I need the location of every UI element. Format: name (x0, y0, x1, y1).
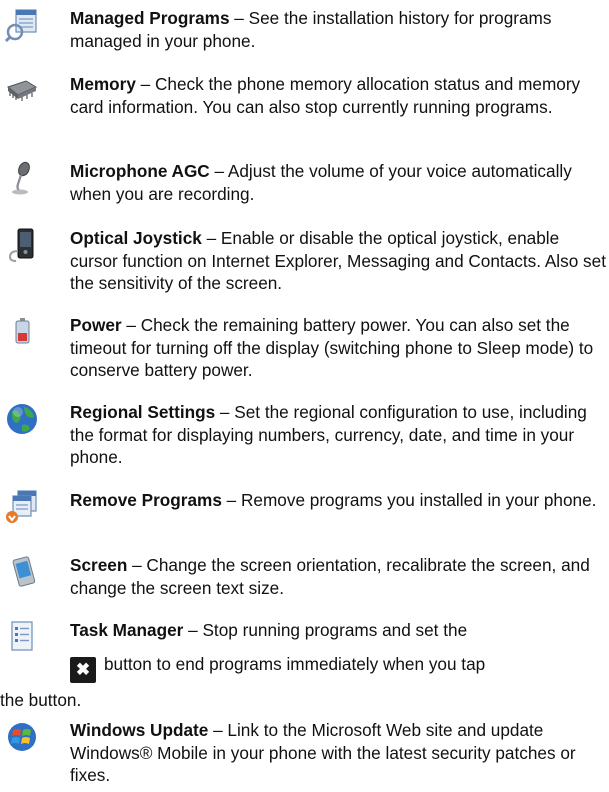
entry-description: – Stop running programs and set the (183, 620, 468, 640)
entry-text: Power – Check the remaining battery powe… (70, 314, 606, 382)
entry-text: Regional Settings – Set the regional con… (70, 401, 606, 469)
remove-programs-icon (4, 489, 40, 525)
close-button-icon: ✖ (70, 657, 96, 683)
task-manager-icon (4, 619, 40, 655)
entry-text: Windows Update – Link to the Microsoft W… (70, 719, 606, 787)
entry-term: Microphone AGC (70, 161, 210, 181)
entry-text: Managed Programs – See the installation … (70, 7, 606, 52)
battery-icon (4, 314, 40, 350)
entry-text: Memory – Check the phone memory allocati… (70, 73, 606, 118)
entry-text: Microphone AGC – Adjust the volume of yo… (70, 160, 606, 205)
entry-term: Optical Joystick (70, 228, 202, 248)
entry-term: Memory (70, 74, 136, 94)
task-manager-line-2: ✖ button to end programs immediately when… (70, 653, 485, 683)
entry-description: – Remove programs you installed in your … (221, 490, 597, 510)
entry-description: the button. (0, 690, 82, 710)
screen-icon (4, 554, 40, 590)
managed-programs-icon (4, 7, 40, 43)
entry-term: Screen (70, 555, 128, 575)
entry-text: Task Manager – Stop running programs and… (0, 619, 606, 719)
entry-description: button to end programs immediately when … (104, 654, 486, 674)
entry-text: Screen – Change the screen orientation, … (70, 554, 606, 599)
globe-icon (4, 401, 40, 437)
entry-term: Regional Settings (70, 402, 216, 422)
entry-term: Power (70, 315, 122, 335)
phone-joystick-icon (4, 227, 40, 263)
entry-term: Windows Update (70, 720, 209, 740)
task-manager-line-1: Task Manager – Stop running programs and… (70, 619, 467, 642)
windows-update-icon (4, 719, 40, 755)
memory-chip-icon (4, 73, 40, 109)
entry-description: – Check the remaining battery power. You… (70, 315, 594, 380)
entry-description: – Check the phone memory allocation stat… (70, 74, 581, 117)
entry-description: – Change the screen orientation, recalib… (70, 555, 590, 598)
entry-text: Remove Programs – Remove programs you in… (70, 489, 606, 512)
entry-term: Task Manager (70, 620, 184, 640)
microphone-icon (4, 160, 40, 196)
entry-term: Managed Programs (70, 8, 230, 28)
task-manager-line-3: the button. (0, 689, 81, 712)
entry-term: Remove Programs (70, 490, 222, 510)
entry-text: Optical Joystick – Enable or disable the… (70, 227, 606, 295)
